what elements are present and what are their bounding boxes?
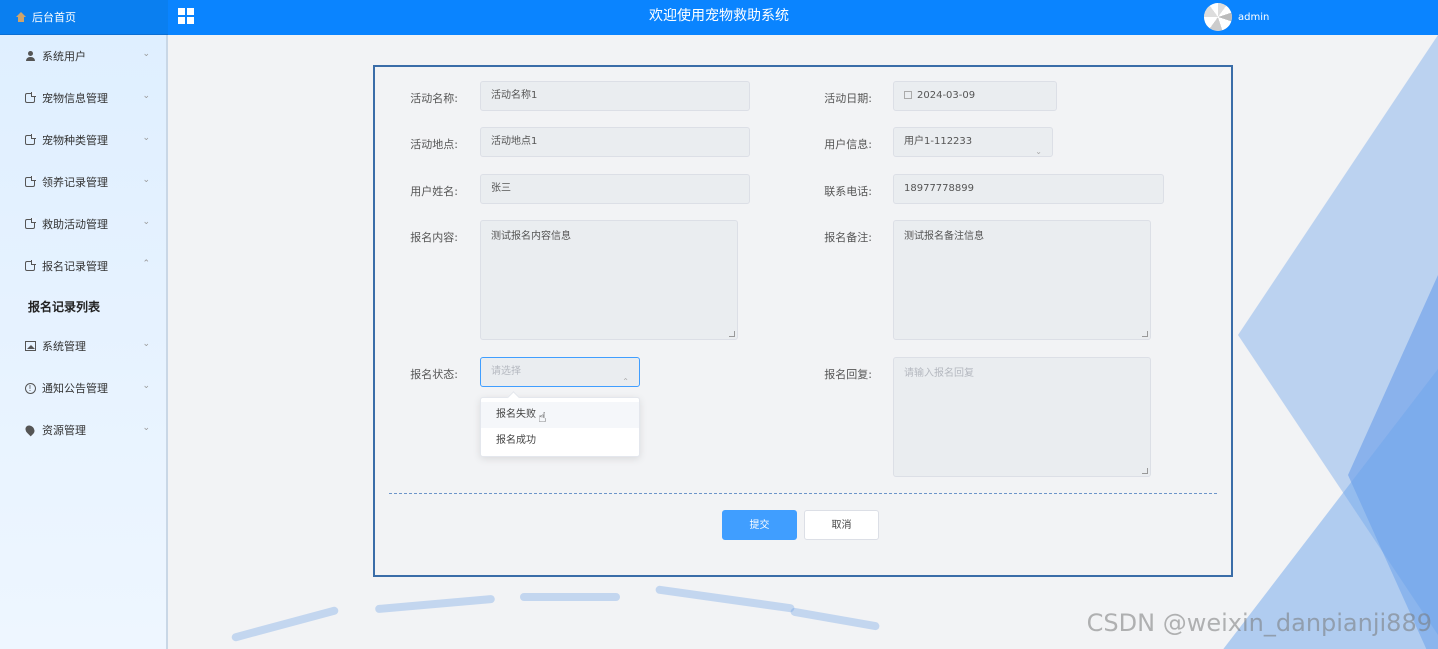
pin-icon bbox=[23, 423, 37, 437]
sidebar-item-pet-types[interactable]: 宠物种类管理 ⌄ bbox=[0, 119, 166, 161]
signup-content-value: 测试报名内容信息 bbox=[491, 231, 571, 242]
resize-handle[interactable] bbox=[1142, 468, 1148, 474]
sidebar-item-rescue-activity[interactable]: 救助活动管理 ⌄ bbox=[0, 203, 166, 245]
background-stroke bbox=[789, 607, 881, 631]
background-stroke bbox=[520, 593, 620, 601]
signup-note-value: 测试报名备注信息 bbox=[904, 231, 984, 242]
sidebar-item-label: 宠物种类管理 bbox=[42, 134, 108, 147]
activity-name-label: 活动名称: bbox=[410, 92, 458, 105]
chevron-down-icon: ⌄ bbox=[142, 381, 150, 391]
activity-date-field[interactable]: 2024-03-09 bbox=[893, 81, 1057, 111]
activity-name-field[interactable]: 活动名称1 bbox=[480, 81, 750, 111]
chevron-up-icon: ⌃ bbox=[622, 377, 629, 386]
activity-location-field[interactable]: 活动地点1 bbox=[480, 127, 750, 157]
chevron-down-icon: ⌄ bbox=[142, 423, 150, 433]
background-stroke bbox=[230, 605, 340, 643]
sidebar-item-label: 领养记录管理 bbox=[42, 176, 108, 189]
chevron-up-icon: ⌃ bbox=[142, 259, 150, 269]
doc-icon bbox=[24, 176, 36, 188]
info-icon: ! bbox=[24, 382, 36, 394]
sidebar-subitem-signup-list[interactable]: 报名记录列表 bbox=[0, 287, 166, 325]
resize-handle[interactable] bbox=[1142, 331, 1148, 337]
chevron-down-icon: ⌄ bbox=[142, 339, 150, 349]
activity-date-label: 活动日期: bbox=[824, 92, 872, 105]
background-decoration bbox=[1208, 369, 1438, 649]
home-link[interactable]: 后台首页 bbox=[0, 0, 168, 35]
sidebar-item-pet-info[interactable]: 宠物信息管理 ⌄ bbox=[0, 77, 166, 119]
signup-note-label: 报名备注: bbox=[824, 231, 872, 244]
doc-icon bbox=[24, 134, 36, 146]
sidebar-item-resources[interactable]: 资源管理 ⌄ bbox=[0, 409, 166, 451]
menu-grid-icon[interactable] bbox=[178, 8, 194, 24]
sidebar-item-label: 资源管理 bbox=[42, 424, 86, 437]
doc-icon bbox=[24, 218, 36, 230]
avatar[interactable] bbox=[1204, 3, 1232, 31]
sidebar-item-label: 系统管理 bbox=[42, 340, 86, 353]
chevron-down-icon: ⌄ bbox=[142, 175, 150, 185]
picture-icon bbox=[24, 340, 36, 352]
signup-reply-placeholder: 请输入报名回复 bbox=[904, 368, 974, 379]
hand-cursor-icon: ☝ bbox=[538, 410, 547, 426]
submit-button[interactable]: 提交 bbox=[722, 510, 797, 540]
sidebar-item-label: 救助活动管理 bbox=[42, 218, 108, 231]
user-name-label: 用户姓名: bbox=[410, 185, 458, 198]
chevron-down-icon: ⌄ bbox=[142, 217, 150, 227]
user-info-select[interactable]: 用户1-112233 ⌄ bbox=[893, 127, 1053, 157]
user-name-field[interactable]: 张三 bbox=[480, 174, 750, 204]
user-info-label: 用户信息: bbox=[824, 138, 872, 151]
chevron-down-icon: ⌄ bbox=[142, 91, 150, 101]
user-info-value: 用户1-112233 bbox=[904, 136, 973, 147]
background-stroke bbox=[655, 585, 795, 613]
signup-note-textarea[interactable]: 测试报名备注信息 bbox=[893, 220, 1151, 340]
sidebar-item-label: 通知公告管理 bbox=[42, 382, 108, 395]
sidebar-item-signup-records[interactable]: 报名记录管理 ⌃ bbox=[0, 245, 166, 287]
chevron-down-icon: ⌄ bbox=[142, 133, 150, 143]
resize-handle[interactable] bbox=[729, 331, 735, 337]
sidebar-item-adoption[interactable]: 领养记录管理 ⌄ bbox=[0, 161, 166, 203]
user-icon bbox=[24, 50, 36, 62]
form-divider bbox=[389, 493, 1217, 494]
activity-date-value: 2024-03-09 bbox=[917, 90, 976, 101]
signup-content-textarea[interactable]: 测试报名内容信息 bbox=[480, 220, 738, 340]
activity-location-label: 活动地点: bbox=[410, 138, 458, 151]
signup-content-label: 报名内容: bbox=[410, 231, 458, 244]
username[interactable]: admin bbox=[1238, 0, 1269, 35]
watermark: CSDN @weixin_danpianji889 bbox=[1086, 609, 1432, 637]
signup-reply-textarea[interactable]: 请输入报名回复 bbox=[893, 357, 1151, 477]
chevron-down-icon: ⌄ bbox=[1035, 147, 1042, 156]
signup-status-select[interactable]: 请选择 ⌃ bbox=[480, 357, 640, 387]
chevron-down-icon: ⌄ bbox=[142, 49, 150, 59]
signup-reply-label: 报名回复: bbox=[824, 368, 872, 381]
top-bar: 后台首页 欢迎使用宠物救助系统 admin bbox=[0, 0, 1438, 35]
background-stroke bbox=[374, 594, 496, 614]
dropdown-option-success[interactable]: 报名成功 bbox=[481, 428, 639, 454]
doc-icon bbox=[24, 92, 36, 104]
sidebar-item-system-users[interactable]: 系统用户 ⌄ bbox=[0, 35, 166, 77]
home-label: 后台首页 bbox=[32, 11, 76, 24]
cancel-button[interactable]: 取消 bbox=[804, 510, 879, 540]
sidebar: 系统用户 ⌄ 宠物信息管理 ⌄ 宠物种类管理 ⌄ 领养记录管理 ⌄ 救助活动管理… bbox=[0, 35, 168, 649]
calendar-icon bbox=[904, 91, 912, 99]
phone-field[interactable]: 18977778899 bbox=[893, 174, 1164, 204]
sidebar-item-label: 宠物信息管理 bbox=[42, 92, 108, 105]
sidebar-item-notices[interactable]: ! 通知公告管理 ⌄ bbox=[0, 367, 166, 409]
sidebar-item-system-management[interactable]: 系统管理 ⌄ bbox=[0, 325, 166, 367]
dropdown-option-failed[interactable]: 报名失败 bbox=[481, 402, 639, 428]
phone-label: 联系电话: bbox=[824, 185, 872, 198]
sidebar-item-label: 系统用户 bbox=[42, 50, 86, 63]
home-icon bbox=[16, 12, 26, 22]
signup-status-dropdown: 报名失败 报名成功 bbox=[480, 397, 640, 457]
sidebar-item-label: 报名记录管理 bbox=[42, 260, 108, 273]
signup-status-label: 报名状态: bbox=[410, 368, 458, 381]
doc-icon bbox=[24, 260, 36, 272]
signup-status-placeholder: 请选择 bbox=[491, 366, 521, 377]
